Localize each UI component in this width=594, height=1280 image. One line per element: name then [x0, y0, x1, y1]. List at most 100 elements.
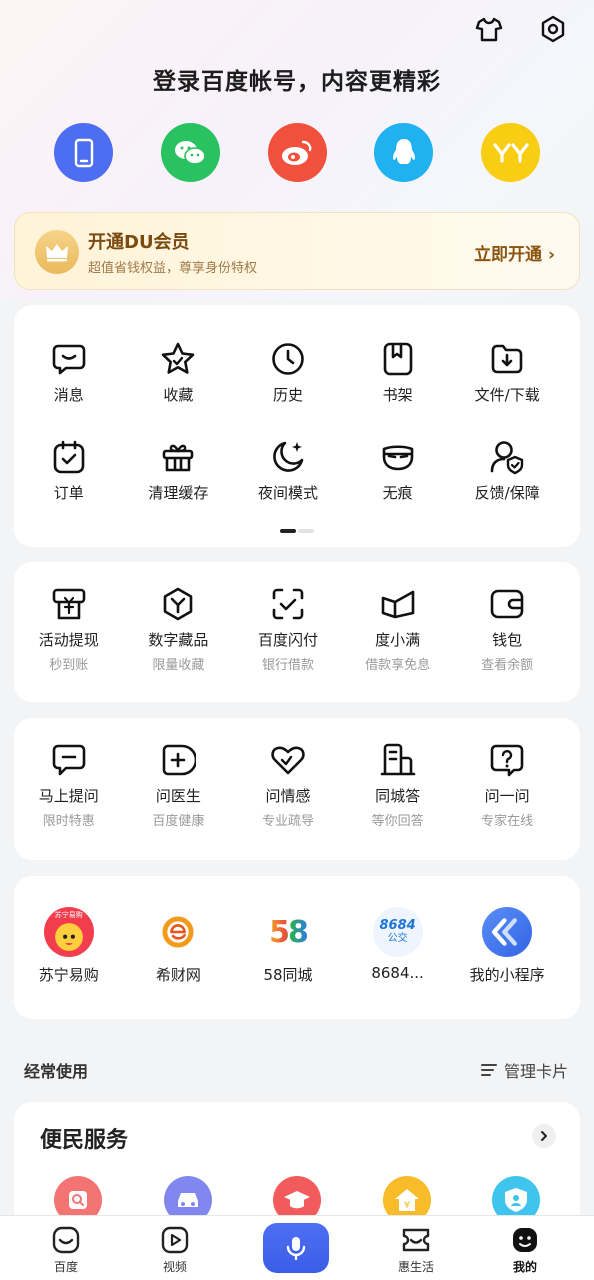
tool-label: 无痕 [382, 484, 413, 502]
services-more-chevron-icon[interactable] [532, 1124, 556, 1148]
video-play-icon [161, 1226, 189, 1254]
tool-label: 书架 [382, 386, 413, 404]
du-vip-banner[interactable]: 开通DU会员 超值省钱权益，尊享身份特权 立即开通 › [14, 212, 580, 290]
vip-open-button[interactable]: 立即开通 › [474, 240, 555, 265]
suning-logo-icon: 苏宁易购 [43, 907, 94, 957]
svg-text:¥: ¥ [403, 1200, 409, 1211]
ask-sub: 百度健康 [152, 814, 205, 829]
58-badge: 58 [269, 914, 309, 950]
scan-check-icon [272, 588, 304, 620]
finance-label: 数字藏品 [148, 631, 209, 649]
finance-withdraw[interactable]: 活动提现 秒到账 [14, 586, 124, 673]
login-wechat-button[interactable] [160, 123, 220, 182]
ask-doctor[interactable]: 问医生 百度健康 [124, 742, 234, 829]
miniapp-label: 58同城 [263, 966, 313, 984]
tool-favorites[interactable]: 收藏 [124, 341, 234, 405]
8684-badge: 8684 [379, 918, 416, 933]
wallet-icon [490, 589, 524, 619]
tab-label: 我的 [512, 1260, 537, 1274]
ask-label: 问一问 [484, 787, 530, 805]
tool-label: 订单 [53, 484, 84, 502]
tool-clear-cache[interactable]: 清理缓存 [124, 439, 234, 503]
finance-flash-pay[interactable]: 百度闪付 银行借款 [233, 586, 343, 673]
miniapp-suning[interactable]: 苏宁易购 苏宁易购 [14, 907, 124, 985]
tool-incognito[interactable]: 无痕 [343, 439, 453, 503]
tool-orders[interactable]: 订单 [14, 439, 124, 503]
bottom-tab-bar: 百度 视频 惠生活 我的 [0, 1215, 594, 1280]
services-title[interactable]: 便民服务 [40, 1122, 128, 1154]
tool-message[interactable]: 消息 [14, 341, 124, 405]
finance-duxiaoman[interactable]: 度小满 借款享免息 [343, 586, 453, 673]
tool-label: 消息 [53, 386, 84, 404]
weibo-icon [282, 140, 312, 165]
finance-digital-collect[interactable]: 数字藏品 限量收藏 [124, 586, 234, 673]
vip-title: 开通DU会员 [88, 232, 190, 253]
tab-life[interactable]: 惠生活 [376, 1225, 456, 1275]
ask-sub: 限时特惠 [42, 814, 95, 829]
8684-badge-bus: 公交 [387, 933, 408, 944]
message-icon [52, 344, 86, 375]
tool-bookshelf[interactable]: 书架 [343, 341, 453, 405]
finance-label: 百度闪付 [257, 631, 318, 649]
tool-downloads[interactable]: 文件/下载 [452, 341, 562, 405]
miniapp-label: 苏宁易购 [38, 966, 99, 984]
ask-label: 马上提问 [38, 787, 99, 805]
settings-gear-icon[interactable] [538, 14, 568, 44]
tool-label: 历史 [272, 386, 303, 404]
suning-badge: 苏宁易购 [54, 911, 83, 919]
ask-now[interactable]: 马上提问 限时特惠 [14, 742, 124, 829]
page-indicator [280, 529, 314, 533]
star-icon [162, 342, 195, 374]
skin-shirt-icon[interactable] [474, 14, 504, 44]
tool-history[interactable]: 历史 [233, 341, 343, 405]
clock-icon [272, 343, 304, 375]
miniapp-label: 我的小程序 [469, 966, 545, 984]
voice-search-button[interactable] [263, 1223, 329, 1273]
login-phone-button[interactable] [54, 123, 113, 182]
tab-mine[interactable]: 我的 [485, 1225, 565, 1275]
phone-icon [74, 138, 93, 167]
duxiaoman-icon [381, 590, 414, 619]
login-weibo-button[interactable] [267, 123, 327, 182]
ask-sub: 专家在线 [481, 814, 534, 829]
question-box-icon [490, 744, 524, 777]
login-qq-button[interactable] [374, 123, 434, 182]
ask-local[interactable]: 同城答 等你回答 [343, 742, 453, 829]
ask-sub: 等你回答 [371, 814, 424, 829]
manage-cards-button[interactable]: 管理卡片 [480, 1058, 568, 1082]
tool-label: 夜间模式 [257, 484, 318, 502]
tab-baidu[interactable]: 百度 [26, 1225, 106, 1275]
miniapp-xicai[interactable]: 希财网 [124, 907, 234, 985]
cash-withdraw-icon [52, 588, 86, 620]
tab-video[interactable]: 视频 [135, 1225, 215, 1275]
tool-label: 反馈/保障 [474, 484, 540, 502]
miniapp-58[interactable]: 58 58同城 [233, 907, 343, 985]
medical-plus-icon [163, 744, 197, 776]
order-icon [53, 440, 85, 474]
miniapp-my-programs[interactable]: 我的小程序 [452, 907, 562, 985]
yy-icon [492, 142, 529, 163]
finance-sub: 限量收藏 [152, 658, 205, 673]
feedback-shield-icon [490, 441, 524, 475]
building-icon [380, 743, 415, 776]
login-methods [54, 123, 540, 182]
ask-label: 问情感 [265, 787, 311, 805]
finance-card: 活动提现 秒到账 数字藏品 限量收藏 百度闪付 银行借款 度小满 借款享免息 钱… [14, 562, 580, 702]
hexagon-collect-icon [164, 587, 193, 621]
tool-night-mode[interactable]: 夜间模式 [233, 439, 343, 503]
login-yy-button[interactable] [481, 123, 540, 182]
finance-label: 度小满 [375, 631, 421, 649]
miniapp-8684[interactable]: 8684 公交 8684... [343, 907, 453, 985]
finance-wallet[interactable]: 钱包 查看余额 [452, 586, 562, 673]
moon-icon [273, 441, 304, 472]
login-prompt-title[interactable]: 登录百度帐号，内容更精彩 [0, 62, 594, 96]
finance-sub: 借款享免息 [365, 658, 431, 673]
ask-emotion[interactable]: 问情感 专业疏导 [233, 742, 343, 829]
finance-sub: 银行借款 [261, 658, 314, 673]
wechat-icon [175, 140, 207, 165]
8684-bus-logo-icon: 8684 公交 [372, 907, 423, 957]
ask-expert[interactable]: 问一问 专家在线 [452, 742, 562, 829]
tool-feedback[interactable]: 反馈/保障 [452, 439, 562, 503]
tab-label: 百度 [53, 1260, 78, 1274]
ask-label: 同城答 [375, 787, 421, 805]
